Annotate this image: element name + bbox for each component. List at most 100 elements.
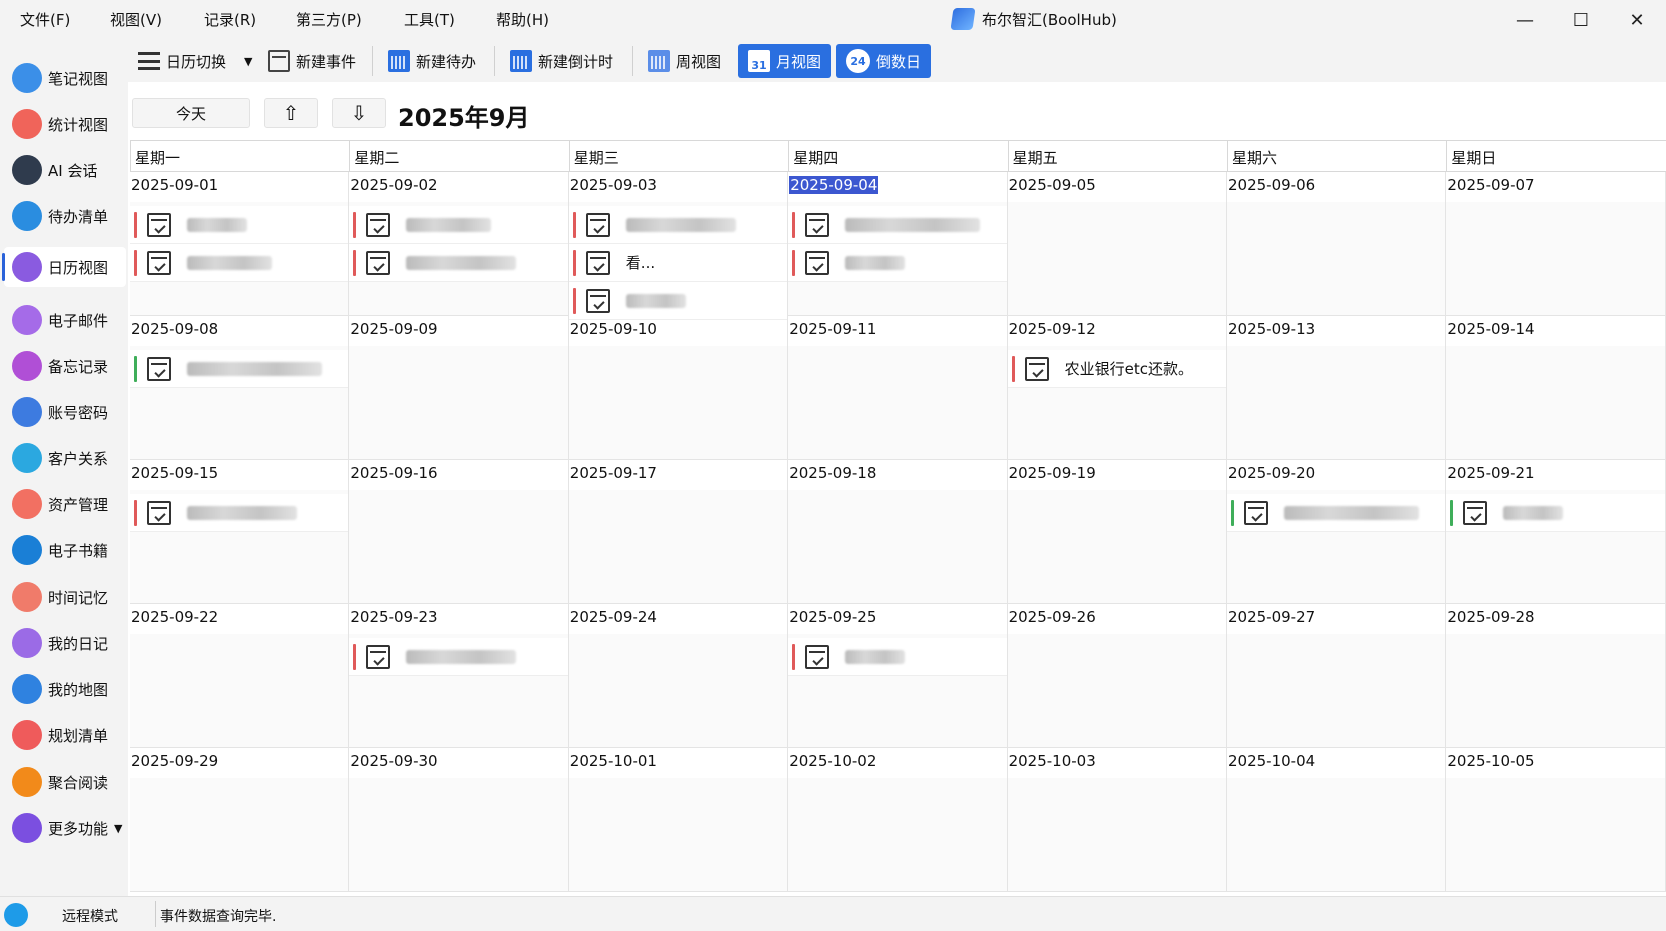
calendar-day-cell[interactable]: 2025-09-17 xyxy=(568,460,789,604)
today-button[interactable]: 今天 xyxy=(132,98,250,128)
calendar-day-cell[interactable]: 2025-09-10 xyxy=(568,316,789,460)
sidebar-item-diary[interactable]: 我的日记 xyxy=(4,623,126,663)
calendar-day-cell[interactable]: 2025-10-05 xyxy=(1446,748,1666,892)
calendar-day-cell[interactable]: 2025-09-18 xyxy=(788,460,1008,604)
calendar-day-cell[interactable]: 2025-09-20 xyxy=(1227,460,1447,604)
calendar-day-cell[interactable]: 2025-09-03 看... xyxy=(568,172,789,320)
sidebar-item-chart[interactable]: 统计视图 xyxy=(4,104,126,144)
calendar-event[interactable] xyxy=(1446,494,1665,532)
event-color-bar xyxy=(792,211,796,238)
calendar-day-cell[interactable]: 2025-09-22 xyxy=(130,604,350,748)
sidebar-item-calendar[interactable]: 日历视图 xyxy=(2,247,126,287)
calendar-event[interactable] xyxy=(788,638,1007,676)
sidebar-item-book[interactable]: 电子书籍 xyxy=(4,530,126,570)
calendar-day-cell[interactable]: 2025-09-07 xyxy=(1446,172,1666,316)
maximize-button[interactable]: ☐ xyxy=(1552,0,1610,40)
sidebar-item-memory[interactable]: 时间记忆 xyxy=(4,577,126,617)
calendar-day-cell[interactable]: 2025-09-09 xyxy=(349,316,569,460)
new-event-button[interactable]: 新建事件 xyxy=(262,44,362,78)
sidebar-item-people[interactable]: 客户关系 xyxy=(4,438,126,478)
calendar-day-cell[interactable]: 2025-09-12 农业银行etc还款。 xyxy=(1007,316,1227,460)
calendar-day-cell[interactable]: 2025-09-15 xyxy=(130,460,350,604)
month-view-button[interactable]: 31 月视图 xyxy=(738,44,832,78)
toolbar: 日历切换 ▼ 新建事件 新建待办 新建倒计时 周视图 31 月视图 24 倒数日 xyxy=(128,40,1666,82)
sidebar-item-rss[interactable]: 聚合阅读 xyxy=(4,762,126,802)
calendar-day-cell[interactable]: 2025-09-01 xyxy=(130,172,350,316)
calendar-day-cell[interactable]: 2025-09-16 xyxy=(349,460,569,604)
sidebar-item-home[interactable]: 资产管理 xyxy=(4,484,126,524)
previous-month-button[interactable]: ⇧ xyxy=(264,98,318,128)
calendar-event[interactable] xyxy=(130,494,349,532)
sidebar-item-map[interactable]: 我的地图 xyxy=(4,669,126,709)
calendar-event[interactable] xyxy=(349,244,568,282)
menu-third-party[interactable]: 第三方(P) xyxy=(296,9,362,30)
calendar-day-cell[interactable]: 2025-09-26 xyxy=(1007,604,1227,748)
calendar-event[interactable] xyxy=(568,206,788,244)
week-view-button[interactable]: 周视图 xyxy=(642,44,727,78)
calendar-icon xyxy=(268,50,290,72)
sidebar-item-mail[interactable]: 电子邮件 xyxy=(4,300,126,340)
calendar-event[interactable] xyxy=(568,282,788,320)
sidebar-item-more[interactable]: 更多功能 ▼ xyxy=(4,808,126,848)
menu-tools[interactable]: 工具(T) xyxy=(404,9,455,30)
sidebar-item-cloud[interactable]: 笔记视图 xyxy=(4,58,126,98)
calendar-event[interactable]: 农业银行etc还款。 xyxy=(1007,350,1226,388)
calendar-day-cell[interactable]: 2025-09-02 xyxy=(349,172,569,316)
calendar-day-cell[interactable]: 2025-09-14 xyxy=(1446,316,1666,460)
calendar-event[interactable] xyxy=(130,350,349,388)
calendar-day-cell[interactable]: 2025-09-05 xyxy=(1007,172,1227,316)
sidebar-item-robot[interactable]: AI 会话 xyxy=(4,150,126,190)
minimize-button[interactable]: — xyxy=(1496,0,1554,40)
calendar-day-cell[interactable]: 2025-09-19 xyxy=(1007,460,1227,604)
calendar-day-cell[interactable]: 2025-09-27 xyxy=(1227,604,1447,748)
calendar-switch-button[interactable]: 日历切换 ▼ xyxy=(132,44,258,78)
map-icon xyxy=(12,674,42,704)
dropdown-arrow-icon: ▼ xyxy=(114,821,123,835)
calendar-event[interactable] xyxy=(349,206,568,244)
calendar-day-cell[interactable]: 2025-10-04 xyxy=(1227,748,1447,892)
calendar-day-cell[interactable]: 2025-09-25 xyxy=(788,604,1008,748)
event-calendar-icon xyxy=(585,250,610,275)
menu-help[interactable]: 帮助(H) xyxy=(496,9,549,30)
calendar-day-cell[interactable]: 2025-09-23 xyxy=(349,604,569,748)
calendar-day-cell[interactable]: 2025-09-06 xyxy=(1227,172,1447,316)
calendar-day-cell[interactable]: 2025-09-21 xyxy=(1446,460,1666,604)
robot-icon xyxy=(12,155,42,185)
calendar-day-cell[interactable]: 2025-09-30 xyxy=(349,748,569,892)
calendar-event[interactable] xyxy=(349,638,568,676)
calendar-day-cell[interactable]: 2025-10-03 xyxy=(1007,748,1227,892)
day-date-label: 2025-09-17 xyxy=(569,464,657,482)
calendar-day-cell[interactable]: 2025-09-11 xyxy=(788,316,1008,460)
calendar-event[interactable]: 看... xyxy=(568,244,788,282)
calendar-day-cell[interactable]: 2025-10-01 xyxy=(568,748,789,892)
event-title: 农业银行etc还款。 xyxy=(1064,360,1193,378)
calendar-day-cell[interactable]: 2025-09-04 xyxy=(788,172,1008,316)
sidebar-item-key[interactable]: 账号密码 xyxy=(4,392,126,432)
new-todo-button[interactable]: 新建待办 xyxy=(382,44,482,78)
sidebar-item-todo[interactable]: 待办清单 xyxy=(4,196,126,236)
calendar-event[interactable] xyxy=(130,244,349,282)
countdown-days-button[interactable]: 24 倒数日 xyxy=(836,44,932,78)
calendar-day-cell[interactable]: 2025-09-13 xyxy=(1227,316,1447,460)
calendar-event[interactable] xyxy=(1227,494,1446,532)
calendar-day-cell[interactable]: 2025-09-24 xyxy=(568,604,789,748)
calendar-event[interactable] xyxy=(788,206,1007,244)
sidebar-item-plan[interactable]: 规划清单 xyxy=(4,715,126,755)
close-button[interactable]: ✕ xyxy=(1608,0,1666,40)
next-month-button[interactable]: ⇩ xyxy=(332,98,386,128)
calendar-day-cell[interactable]: 2025-09-08 xyxy=(130,316,350,460)
calendar-day-cell[interactable]: 2025-10-02 xyxy=(788,748,1008,892)
sidebar-item-memo[interactable]: 备忘记录 xyxy=(4,346,126,386)
event-color-bar xyxy=(1011,355,1015,382)
calendar-day-cell[interactable]: 2025-09-28 xyxy=(1446,604,1666,748)
menu-file[interactable]: 文件(F) xyxy=(20,9,70,30)
event-calendar-icon xyxy=(147,212,171,237)
sidebar: 笔记视图统计视图 AI 会话待办清单日历视图电子邮件备忘记录账号密码客户关系资产管… xyxy=(0,40,128,896)
sidebar-item-label: 资产管理 xyxy=(48,495,109,514)
menu-view[interactable]: 视图(V) xyxy=(110,9,162,30)
calendar-day-cell[interactable]: 2025-09-29 xyxy=(130,748,350,892)
new-countdown-button[interactable]: 新建倒计时 xyxy=(504,44,619,78)
menu-record[interactable]: 记录(R) xyxy=(204,9,256,30)
calendar-event[interactable] xyxy=(130,206,349,244)
calendar-event[interactable] xyxy=(788,244,1007,282)
